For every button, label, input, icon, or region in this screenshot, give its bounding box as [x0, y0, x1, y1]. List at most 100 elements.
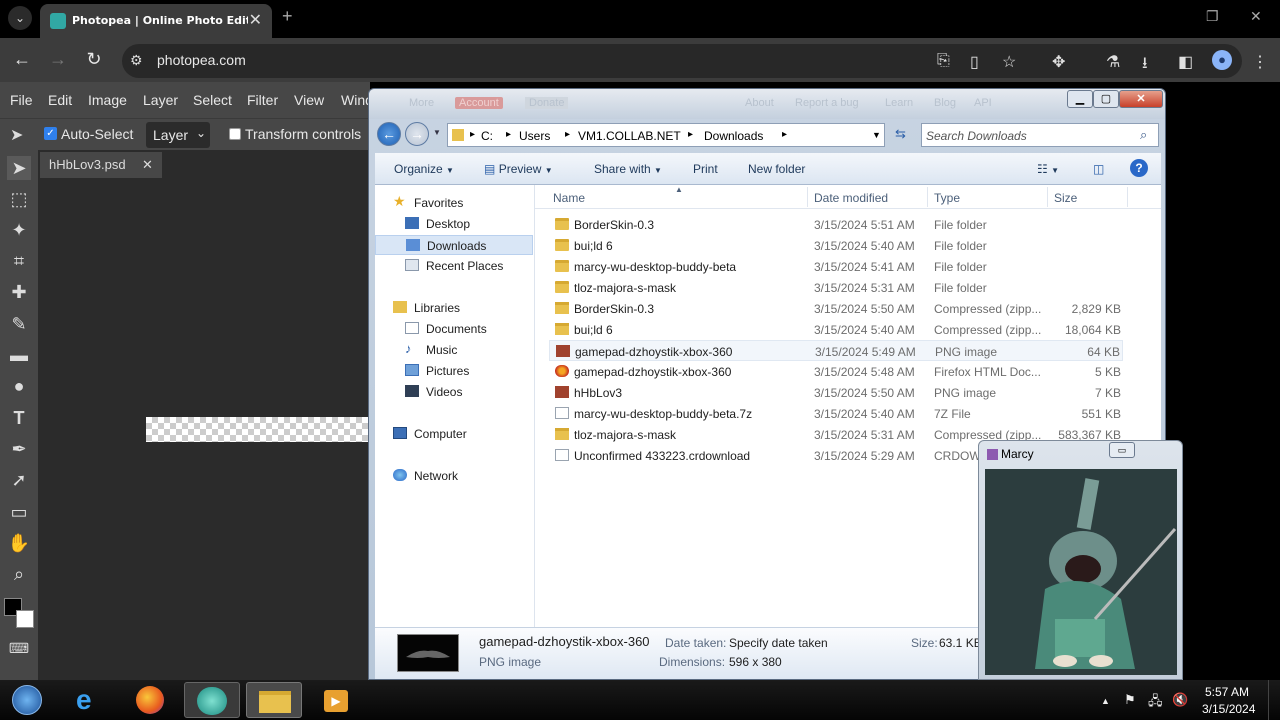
menu-filter[interactable]: Filter: [247, 92, 278, 108]
nav-music[interactable]: ♪ Music: [375, 340, 533, 360]
view-options-icon[interactable]: ☷ ▼: [1037, 162, 1059, 176]
move-tool-icon[interactable]: ➤: [7, 156, 31, 180]
taskbar-time[interactable]: 5:57 AM: [1205, 685, 1249, 699]
column-name[interactable]: Name: [553, 191, 585, 205]
breadcrumb-downloads[interactable]: Downloads: [704, 129, 763, 143]
path-select-tool-icon[interactable]: ➚: [7, 468, 31, 492]
browser-tab[interactable]: Photopea | Online Photo Editor ✕: [40, 4, 272, 38]
taskbar-media-player[interactable]: ▶: [320, 682, 354, 718]
file-row[interactable]: BorderSkin-0.3 3/15/2024 5:51 AM File fold…: [549, 214, 1123, 235]
menu-file[interactable]: File: [10, 92, 33, 108]
explorer-titlebar[interactable]: More Account Donate About Report a bug L…: [369, 89, 1165, 119]
share-with-button[interactable]: Share with ▼: [594, 162, 662, 176]
search-icon[interactable]: ⌕: [1140, 127, 1147, 143]
pen-tool-icon[interactable]: ✒: [7, 437, 31, 461]
nav-libraries[interactable]: Libraries: [375, 298, 533, 318]
help-icon[interactable]: ?: [1130, 159, 1148, 177]
organize-button[interactable]: Organize ▼: [394, 162, 454, 176]
reload-button[interactable]: ↻: [83, 49, 105, 70]
menu-image[interactable]: Image: [88, 92, 127, 108]
file-row[interactable]: gamepad-dzhoystik-xbox-360 3/15/2024 5:48…: [549, 361, 1123, 382]
menu-edit[interactable]: Edit: [48, 92, 72, 108]
layer-select-dropdown[interactable]: Layer ⌄: [146, 122, 210, 148]
close-button[interactable]: ✕: [1119, 90, 1163, 108]
taskbar-internet-explorer[interactable]: e: [62, 682, 118, 718]
menu-select[interactable]: Select: [193, 92, 232, 108]
bookmark-star-icon[interactable]: ☆: [1002, 52, 1016, 72]
address-bar[interactable]: ⚙ photopea.com: [122, 44, 1242, 78]
tab-search-button[interactable]: ⌄: [8, 6, 32, 30]
column-divider[interactable]: [927, 187, 928, 207]
maximize-button[interactable]: ▢: [1093, 90, 1119, 108]
nav-favorites[interactable]: ★ Favorites: [375, 193, 533, 213]
details-date-taken-value[interactable]: Specify date taken: [729, 636, 828, 650]
breadcrumb-c[interactable]: C:: [481, 129, 493, 143]
column-size[interactable]: Size: [1054, 191, 1077, 205]
blur-tool-icon[interactable]: ●: [7, 374, 31, 398]
hand-tool-icon[interactable]: ✋: [7, 531, 31, 555]
preview-pane-icon[interactable]: ◫: [1093, 162, 1104, 176]
marcy-window[interactable]: Marcy ▭: [978, 440, 1183, 680]
nav-network[interactable]: Network: [375, 466, 533, 486]
file-row[interactable]: bui;ld 6 3/15/2024 5:40 AM Compressed (zip…: [549, 319, 1123, 340]
gradient-tool-icon[interactable]: ▬: [7, 343, 31, 367]
shape-tool-icon[interactable]: ▭: [7, 500, 31, 524]
install-app-icon[interactable]: ⎘: [937, 52, 950, 70]
document-tab[interactable]: hHbLov3.psd ✕: [40, 152, 162, 178]
taskbar-date[interactable]: 3/15/2024: [1202, 702, 1255, 716]
site-info-icon[interactable]: ⚙: [130, 52, 143, 69]
nav-desktop[interactable]: Desktop: [375, 214, 533, 234]
volume-muted-icon[interactable]: 🔇: [1172, 692, 1188, 708]
network-tray-icon[interactable]: 🖧: [1148, 692, 1163, 714]
page-icon[interactable]: ▯: [970, 52, 979, 72]
taskbar-firefox[interactable]: [122, 682, 178, 718]
file-row[interactable]: bui;ld 6 3/15/2024 5:40 AM File folder: [549, 235, 1123, 256]
show-hidden-icons[interactable]: ▲: [1101, 696, 1110, 706]
file-row[interactable]: BorderSkin-0.3 3/15/2024 5:50 AM Compresse…: [549, 298, 1123, 319]
taskbar-explorer[interactable]: [246, 682, 302, 718]
nav-documents[interactable]: Documents: [375, 319, 533, 339]
column-date-modified[interactable]: Date modified: [814, 191, 888, 205]
file-row[interactable]: tloz-majora-s-mask 3/15/2024 5:31 AM File …: [549, 277, 1123, 298]
show-desktop-button[interactable]: [1268, 680, 1280, 720]
nav-downloads[interactable]: Downloads: [375, 235, 533, 255]
document-canvas[interactable]: [146, 417, 370, 442]
nav-pictures[interactable]: Pictures: [375, 361, 533, 381]
taskbar-chrome-photopea[interactable]: [184, 682, 240, 718]
maximize-button[interactable]: ▭: [1109, 442, 1135, 458]
file-row[interactable]: hHbLov3 3/15/2024 5:50 AM PNG image 7 KB: [549, 382, 1123, 403]
profile-avatar-icon[interactable]: ●: [1212, 50, 1232, 70]
auto-select-checkbox[interactable]: ✓: [44, 127, 57, 140]
nav-videos[interactable]: Videos: [375, 382, 533, 402]
action-center-flag-icon[interactable]: ⚑: [1124, 692, 1136, 708]
back-button[interactable]: ←: [377, 122, 401, 146]
start-button[interactable]: [2, 682, 50, 718]
side-panel-icon[interactable]: ◧: [1178, 52, 1193, 72]
breadcrumb-users[interactable]: Users: [519, 129, 550, 143]
download-icon[interactable]: ⭳: [1142, 52, 1148, 79]
nav-recent-places[interactable]: Recent Places: [375, 256, 533, 276]
preview-button[interactable]: ▤ Preview ▼: [484, 162, 553, 176]
column-divider[interactable]: [1047, 187, 1048, 207]
extensions-icon[interactable]: ✥: [1052, 52, 1065, 72]
new-tab-button[interactable]: +: [282, 6, 293, 27]
marquee-tool-icon[interactable]: ⬚: [7, 187, 31, 211]
magic-wand-tool-icon[interactable]: ✦: [7, 218, 31, 242]
healing-tool-icon[interactable]: ✚: [7, 280, 31, 304]
column-divider[interactable]: [807, 187, 808, 207]
nav-computer[interactable]: Computer: [375, 424, 533, 444]
zoom-tool-icon[interactable]: ⌕: [7, 562, 31, 586]
breadcrumb-vm1[interactable]: VM1.COLLAB.NET: [578, 129, 681, 143]
new-folder-button[interactable]: New folder: [748, 162, 805, 176]
close-window-icon[interactable]: ✕: [1250, 8, 1262, 25]
menu-window[interactable]: Window: [341, 92, 369, 108]
restore-window-icon[interactable]: ❐: [1206, 8, 1219, 25]
minimize-button[interactable]: ▁: [1067, 90, 1093, 108]
menu-kebab-icon[interactable]: ⋮: [1252, 52, 1268, 72]
transform-controls-checkbox[interactable]: [229, 128, 241, 140]
menu-layer[interactable]: Layer: [143, 92, 178, 108]
back-button[interactable]: ←: [11, 49, 33, 70]
forward-button[interactable]: →: [47, 49, 69, 70]
column-type[interactable]: Type: [934, 191, 960, 205]
background-color-swatch[interactable]: [16, 610, 34, 628]
